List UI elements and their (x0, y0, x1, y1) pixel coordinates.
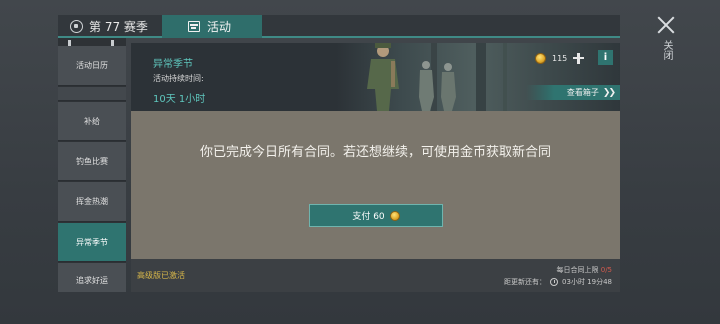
sidebar-item-good-luck[interactable]: 追求好运 (58, 263, 126, 292)
banner-art (503, 43, 507, 111)
event-duration-label: 活动持续时间: (153, 74, 204, 83)
sidebar-item-calendar[interactable]: 活动日历 (58, 46, 126, 86)
coin-icon (535, 52, 546, 64)
contract-panel: 你已完成今日所有合同。若还想继续，可使用金币获取新合同 支付 60 (131, 111, 620, 259)
chevron-right-icon: ❯❯ (602, 87, 616, 98)
pay-button[interactable]: 支付 60 (309, 204, 443, 227)
tab-activity[interactable]: 活动 (162, 15, 262, 38)
refresh-label: 距更新还有： (504, 278, 547, 286)
view-box-label: 查看箱子 (566, 88, 599, 97)
refresh-time: 03小时 19分48 (562, 278, 612, 286)
sidebar-scroll-indicator (58, 38, 126, 46)
banner-art (476, 43, 486, 111)
daily-limit-label: 每日合同上限 (556, 266, 599, 274)
sidebar-item-label: 追求好运 (76, 276, 108, 285)
sidebar-item-label: 活动日历 (76, 61, 108, 70)
daily-limit: 每日合同上限 0/5 (557, 265, 613, 275)
tab-season[interactable]: 第 77 赛季 (58, 15, 162, 38)
sidebar-item-label: 异常季节 (76, 237, 108, 247)
info-button[interactable]: i (598, 50, 613, 65)
sidebar-item-fishing[interactable]: 钓鱼比赛 (58, 142, 126, 181)
event-banner: 异常季节 活动持续时间: 10天 1小时 115 i 查看箱子 ❯❯ (131, 43, 620, 111)
soldiers-background (419, 61, 456, 111)
soldier-illustration (367, 43, 399, 111)
daily-limit-value: 0/5 (600, 266, 612, 274)
sidebar-item-label: 钓鱼比赛 (76, 156, 108, 166)
contract-message: 你已完成今日所有合同。若还想继续，可使用金币获取新合同 (199, 145, 551, 160)
close-label[interactable]: 关闭 (658, 40, 672, 60)
sidebar-item-label: 挥金热潮 (76, 197, 108, 206)
calendar-icon (188, 21, 200, 32)
clock-icon (550, 278, 559, 286)
tab-activity-label: 活动 (207, 20, 232, 34)
sidebar-item-gold-rush[interactable]: 挥金热潮 (58, 182, 126, 222)
info-icon: i (603, 52, 608, 63)
event-title: 异常季节 (153, 59, 193, 70)
coin-count-value: 115 (552, 53, 568, 63)
sidebar: 活动日历 补给 钓鱼比赛 挥金热潮 异常季节 追求好运 (58, 38, 126, 292)
sidebar-item-blank[interactable] (58, 87, 126, 101)
footer: 高级版已激活 每日合同上限 0/5 距更新还有： 03小时 19分48 (131, 259, 620, 292)
sidebar-item-anomaly-season[interactable]: 异常季节 (58, 223, 126, 262)
top-tab-bar: 第 77 赛季 活动 (58, 15, 620, 38)
sidebar-item-supply[interactable]: 补给 (58, 102, 126, 141)
event-duration-value: 10天 1小时 (153, 94, 206, 105)
main-panel: 异常季节 活动持续时间: 10天 1小时 115 i 查看箱子 ❯❯ 你已完成今… (131, 43, 620, 292)
shield-icon (70, 20, 83, 33)
coin-balance: 115 (535, 51, 585, 65)
close-icon[interactable] (656, 16, 676, 34)
sidebar-item-label: 补给 (84, 116, 100, 126)
pay-label: 支付 60 (352, 212, 385, 222)
view-box-button[interactable]: 查看箱子 ❯❯ (526, 85, 620, 100)
tab-season-label: 第 77 赛季 (89, 20, 148, 34)
premium-status: 高级版已激活 (137, 271, 185, 280)
coin-icon (389, 210, 400, 221)
plus-icon[interactable] (573, 52, 585, 64)
refresh-timer: 距更新还有： 03小时 19分48 (504, 277, 612, 287)
